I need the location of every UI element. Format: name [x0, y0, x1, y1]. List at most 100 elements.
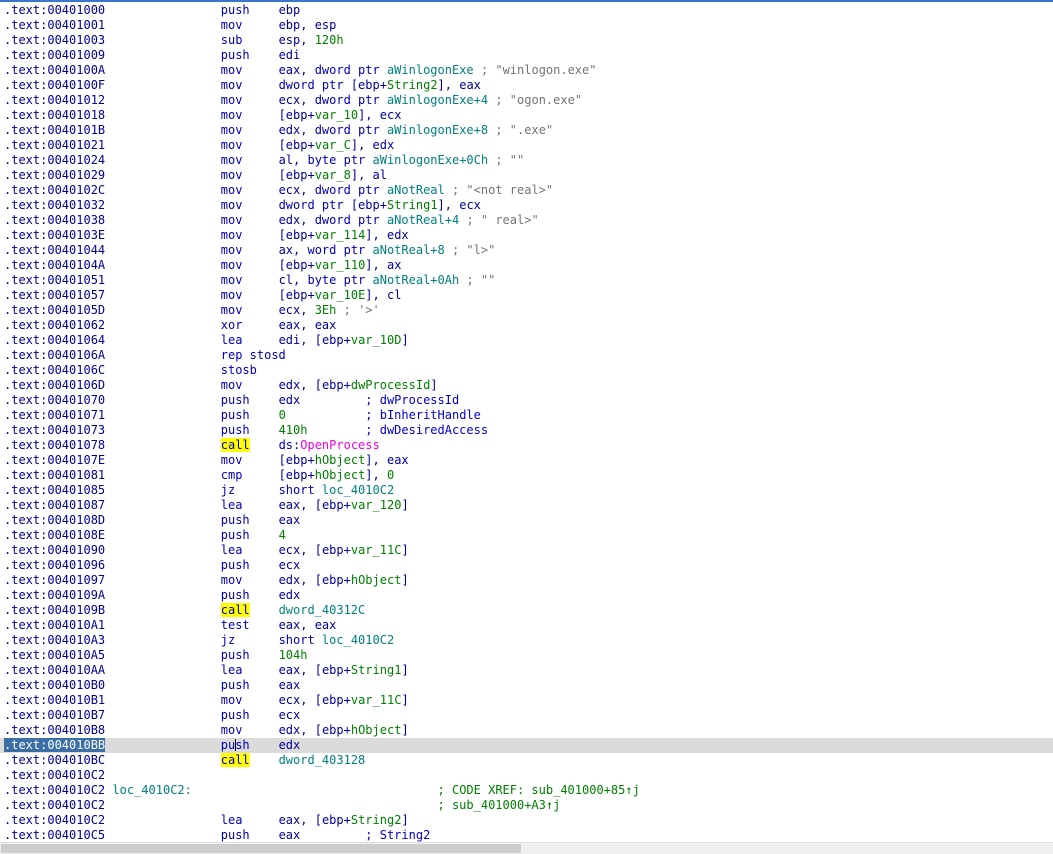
disasm-line[interactable]: .text:0040108E push 4: [0, 528, 1053, 543]
disasm-line[interactable]: .text:0040100F mov dword ptr [ebp+String…: [0, 78, 1053, 93]
address-label[interactable]: .text:00401062: [4, 318, 105, 332]
symbol-name[interactable]: aNotReal+8: [373, 243, 445, 257]
address-label[interactable]: .text:004010C2: [4, 798, 105, 812]
disasm-line[interactable]: .text:004010C2: [0, 768, 1053, 783]
address-label[interactable]: .text:00401029: [4, 168, 105, 182]
address-label[interactable]: .text:0040108D: [4, 513, 105, 527]
address-label[interactable]: .text:0040101B: [4, 123, 105, 137]
address-label[interactable]: .text:00401044: [4, 243, 105, 257]
address-label[interactable]: .text:00401097: [4, 573, 105, 587]
address-label[interactable]: .text:00401081: [4, 468, 105, 482]
address-label[interactable]: .text:004010A5: [4, 648, 105, 662]
disasm-line[interactable]: .text:004010BB push edx: [0, 738, 1053, 753]
imported-function-name[interactable]: OpenProcess: [300, 438, 379, 452]
local-variable[interactable]: var_120: [351, 498, 402, 512]
disasm-line[interactable]: .text:0040106A rep stosd: [0, 348, 1053, 363]
horizontal-scrollbar[interactable]: [0, 842, 1053, 854]
address-label[interactable]: .text:00401000: [4, 3, 105, 17]
disasm-line[interactable]: .text:0040102C mov ecx, dword ptr aNotRe…: [0, 183, 1053, 198]
disasm-line[interactable]: .text:004010B8 mov edx, [ebp+hObject]: [0, 723, 1053, 738]
symbol-name[interactable]: dword_403128: [279, 753, 366, 767]
local-variable[interactable]: var_110: [315, 258, 366, 272]
disasm-line[interactable]: .text:00401085 jz short loc_4010C2: [0, 483, 1053, 498]
address-label[interactable]: .text:0040106D: [4, 378, 105, 392]
address-label[interactable]: .text:00401001: [4, 18, 105, 32]
disasm-line[interactable]: .text:0040101B mov edx, dword ptr aWinlo…: [0, 123, 1053, 138]
address-label[interactable]: .text:0040104A: [4, 258, 105, 272]
disasm-line[interactable]: .text:00401009 push edi: [0, 48, 1053, 63]
address-label[interactable]: .text:004010BC: [4, 753, 105, 767]
disasm-line[interactable]: .text:00401097 mov edx, [ebp+hObject]: [0, 573, 1053, 588]
address-label[interactable]: .text:00401003: [4, 33, 105, 47]
disasm-line[interactable]: .text:00401081 cmp [ebp+hObject], 0: [0, 468, 1053, 483]
disasm-line[interactable]: .text:004010BC call dword_403128: [0, 753, 1053, 768]
disasm-line[interactable]: .text:0040109B call dword_40312C: [0, 603, 1053, 618]
address-label[interactable]: .text:004010C2: [4, 768, 105, 782]
address-label[interactable]: .text:00401064: [4, 333, 105, 347]
disasm-line[interactable]: .text:0040104A mov [ebp+var_110], ax: [0, 258, 1053, 273]
address-label[interactable]: .text:00401070: [4, 393, 105, 407]
address-label[interactable]: .text:0040105D: [4, 303, 105, 317]
symbol-name[interactable]: loc_4010C2: [322, 483, 394, 497]
address-label[interactable]: .text:0040100F: [4, 78, 105, 92]
address-label[interactable]: .text:004010BB: [4, 738, 106, 752]
disasm-line[interactable]: .text:0040106D mov edx, [ebp+dwProcessId…: [0, 378, 1053, 393]
address-label[interactable]: .text:004010A3: [4, 633, 105, 647]
local-variable[interactable]: String1: [351, 663, 402, 677]
disasm-line[interactable]: .text:004010C2 ; sub_401000+A3↑j: [0, 798, 1053, 813]
address-label[interactable]: .text:004010C5: [4, 828, 105, 842]
disasm-line[interactable]: .text:004010AA lea eax, [ebp+String1]: [0, 663, 1053, 678]
symbol-name[interactable]: aWinlogonExe+8: [387, 123, 488, 137]
xref-comment[interactable]: ; sub_401000+A3↑j: [438, 798, 561, 812]
disasm-line[interactable]: .text:00401090 lea ecx, [ebp+var_11C]: [0, 543, 1053, 558]
address-label[interactable]: .text:0040103E: [4, 228, 105, 242]
disasm-line[interactable]: .text:00401021 mov [ebp+var_C], edx: [0, 138, 1053, 153]
local-variable[interactable]: var_10D: [351, 333, 402, 347]
address-label[interactable]: .text:004010B0: [4, 678, 105, 692]
symbol-name[interactable]: aWinlogonExe: [387, 63, 474, 77]
disasm-line[interactable]: .text:004010C5 push eax ; String2: [0, 828, 1053, 843]
address-label[interactable]: .text:004010B8: [4, 723, 105, 737]
disasm-line[interactable]: .text:00401044 mov ax, word ptr aNotReal…: [0, 243, 1053, 258]
address-label[interactable]: .text:0040107E: [4, 453, 105, 467]
disasm-line[interactable]: .text:0040109A push edx: [0, 588, 1053, 603]
address-label[interactable]: .text:00401071: [4, 408, 105, 422]
address-label[interactable]: .text:0040109A: [4, 588, 105, 602]
local-variable[interactable]: var_10E: [315, 288, 366, 302]
disasm-line[interactable]: .text:0040105D mov ecx, 3Eh ; '>': [0, 303, 1053, 318]
address-label[interactable]: .text:0040106C: [4, 363, 105, 377]
address-label[interactable]: .text:004010B1: [4, 693, 105, 707]
local-variable[interactable]: String1: [387, 198, 438, 212]
disasm-line[interactable]: .text:004010A1 test eax, eax: [0, 618, 1053, 633]
address-label[interactable]: .text:0040102C: [4, 183, 105, 197]
address-label[interactable]: .text:00401032: [4, 198, 105, 212]
disasm-line[interactable]: .text:004010B1 mov ecx, [ebp+var_11C]: [0, 693, 1053, 708]
address-label[interactable]: .text:004010A1: [4, 618, 105, 632]
label[interactable]: loc_4010C2:: [112, 783, 191, 797]
local-variable[interactable]: var_114: [315, 228, 366, 242]
address-label[interactable]: .text:0040108E: [4, 528, 105, 542]
disasm-line[interactable]: .text:004010C2 loc_4010C2: ; CODE XREF: …: [0, 783, 1053, 798]
address-label[interactable]: .text:0040100A: [4, 63, 105, 77]
address-label[interactable]: .text:00401057: [4, 288, 105, 302]
disasm-line[interactable]: .text:0040106C stosb: [0, 363, 1053, 378]
address-label[interactable]: .text:00401090: [4, 543, 105, 557]
disasm-line[interactable]: .text:0040107E mov [ebp+hObject], eax: [0, 453, 1053, 468]
local-variable[interactable]: hObject: [315, 468, 366, 482]
disasm-line[interactable]: .text:00401003 sub esp, 120h: [0, 33, 1053, 48]
address-label[interactable]: .text:00401087: [4, 498, 105, 512]
address-label[interactable]: .text:00401012: [4, 93, 105, 107]
disasm-line[interactable]: .text:0040103E mov [ebp+var_114], edx: [0, 228, 1053, 243]
disasm-line[interactable]: .text:00401073 push 410h ; dwDesiredAcce…: [0, 423, 1053, 438]
symbol-name[interactable]: aNotReal: [387, 183, 445, 197]
disasm-line[interactable]: .text:004010A3 jz short loc_4010C2: [0, 633, 1053, 648]
disasm-line[interactable]: .text:004010B7 push ecx: [0, 708, 1053, 723]
address-label[interactable]: .text:00401085: [4, 483, 105, 497]
local-variable[interactable]: var_10: [315, 108, 358, 122]
address-label[interactable]: .text:00401051: [4, 273, 105, 287]
disasm-line[interactable]: .text:00401012 mov ecx, dword ptr aWinlo…: [0, 93, 1053, 108]
disasm-line[interactable]: .text:00401024 mov al, byte ptr aWinlogo…: [0, 153, 1053, 168]
address-label[interactable]: .text:00401078: [4, 438, 105, 452]
disasm-line[interactable]: .text:00401032 mov dword ptr [ebp+String…: [0, 198, 1053, 213]
disasm-line[interactable]: .text:00401038 mov edx, dword ptr aNotRe…: [0, 213, 1053, 228]
